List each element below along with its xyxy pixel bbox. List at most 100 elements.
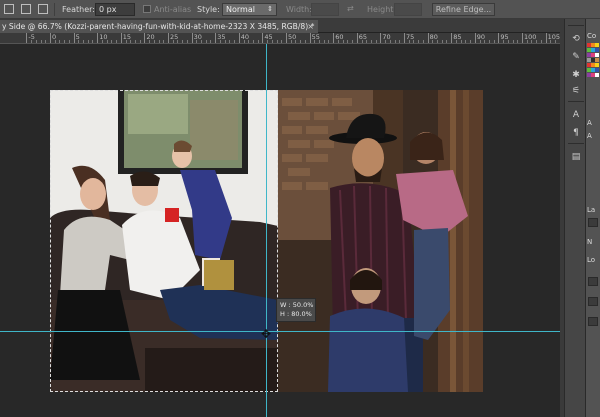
ruler-minor-tick [271,40,273,43]
adjustments-icon[interactable]: ⚟ [570,85,582,97]
antialias-label: Anti-alias [154,5,192,14]
layer-row[interactable] [588,297,598,306]
ruler-minor-tick [337,40,339,43]
ruler-minor-tick [422,40,424,43]
ruler-minor-tick [101,40,103,43]
close-icon[interactable]: × [307,20,314,33]
panel-label-normal: N [587,238,593,246]
ruler-minor-tick [78,40,80,43]
color-swatch[interactable] [595,73,599,77]
swap-icon[interactable]: ⇄ [347,4,354,13]
right-photo [278,90,483,392]
ruler-minor-tick [224,40,226,43]
ruler-minor-tick [229,40,231,43]
actions-icon[interactable]: ✱ [570,69,582,81]
ruler-minor-tick [158,40,160,43]
layer-row[interactable] [588,317,598,326]
ruler-minor-tick [470,40,472,43]
refine-edge-button[interactable]: Refine Edge... [432,3,495,16]
panel-label-layers: La [587,206,596,214]
color-swatch[interactable] [595,63,599,67]
ruler-minor-tick [68,40,70,43]
character-icon[interactable]: A [570,109,582,121]
canvas-area[interactable]: W : 50.0% H : 80.0% ✥ [0,44,560,417]
panel-label-adjust: A [587,119,592,127]
intersect-selection-icon[interactable] [38,4,48,14]
selection-marquee[interactable] [50,90,278,392]
ruler-minor-tick [304,40,306,43]
feather-input[interactable]: 0 px [95,3,135,16]
ruler-minor-tick [366,40,368,43]
color-swatch[interactable] [595,53,599,57]
options-bar: Feather: 0 px Anti-alias Style: Normal ⇕… [0,0,600,19]
height-label: Height: [367,5,397,14]
divider [568,101,584,102]
ruler-minor-tick [507,40,509,43]
ruler-minor-tick [252,40,254,43]
ruler-minor-tick [413,40,415,43]
paragraph-icon[interactable]: ¶ [570,127,582,139]
ruler-minor-tick [177,40,179,43]
ruler-minor-tick [536,40,538,43]
scale-cursor-icon: ✥ [261,327,272,341]
ruler-minor-tick [484,40,486,43]
ruler-minor-tick [399,40,401,43]
ruler-minor-tick [300,40,302,43]
ruler-minor-tick [375,40,377,43]
ruler-minor-tick [503,40,505,43]
width-label: Width: [286,5,312,14]
color-swatch[interactable] [595,43,599,47]
ruler-minor-tick [186,40,188,43]
ruler-minor-tick [432,40,434,43]
ruler-minor-tick [149,40,151,43]
ruler-minor-tick [281,40,283,43]
horizontal-guide[interactable] [0,331,560,332]
ruler-minor-tick [526,40,528,43]
ruler-minor-tick [352,40,354,43]
ruler-minor-tick [40,40,42,43]
horizontal-ruler[interactable]: -5 0 5 10 15 20 25 30 35 40 45 50 55 60 65 70 75 80 85 90 95… [0,33,560,44]
ruler-minor-tick [196,40,198,43]
layer-row[interactable] [588,277,598,286]
style-value: Normal [226,5,255,14]
ruler-minor-tick [446,40,448,43]
ruler-minor-tick [257,40,259,43]
ruler-minor-tick [347,40,349,43]
info-icon[interactable]: ▤ [570,151,582,163]
history-icon[interactable]: ⟲ [570,33,582,45]
document-tab[interactable]: y Side @ 66.7% (Kozzi-parent-having-fun-… [0,20,318,33]
ruler-minor-tick [45,40,47,43]
ruler-minor-tick [418,40,420,43]
ruler-minor-tick [314,40,316,43]
transform-readout: W : 50.0% H : 80.0% [276,298,316,322]
ruler-minor-tick [323,40,325,43]
panel-icon-column: ⟲ ✎ ✱ ⚟ A ¶ ▤ [564,19,586,417]
ruler-minor-tick [234,40,236,43]
feather-label: Feather: [62,5,95,14]
width-input[interactable] [311,3,339,16]
panel-label-adjust-2: A [587,132,592,140]
document-tab-bar: y Side @ 66.7% (Kozzi-parent-having-fun-… [0,19,560,33]
vertical-guide[interactable] [266,44,267,417]
ruler-minor-tick [276,40,278,43]
width-percent: W : 50.0% [280,301,314,309]
color-swatch[interactable] [595,58,599,62]
style-select[interactable]: Normal ⇕ [222,3,277,16]
ruler-minor-tick [389,40,391,43]
layer-kind-filter[interactable] [588,218,598,227]
ruler-minor-tick [87,40,89,43]
add-selection-icon[interactable] [21,4,31,14]
color-swatch[interactable] [595,68,599,72]
panel-label-lock: Lo [587,256,596,264]
color-swatch[interactable] [595,48,599,52]
brush-icon[interactable]: ✎ [570,51,582,63]
ruler-minor-tick [172,40,174,43]
antialias-checkbox[interactable] [143,5,151,13]
ruler-minor-tick [163,40,165,43]
ruler-minor-tick [290,40,292,43]
height-input[interactable] [394,3,422,16]
ruler-minor-tick [219,40,221,43]
new-selection-icon[interactable] [4,4,14,14]
ruler-minor-tick [130,40,132,43]
ruler-minor-tick [139,40,141,43]
